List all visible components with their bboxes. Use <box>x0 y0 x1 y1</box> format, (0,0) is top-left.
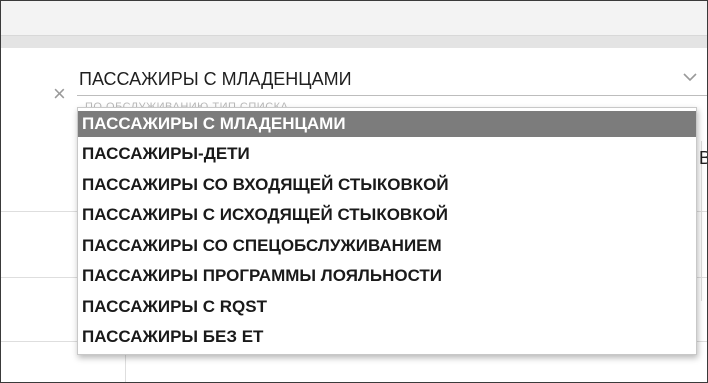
select-current-value: ПАССАЖИРЫ С МЛАДЕНЦАМИ <box>79 69 352 89</box>
chevron-down-icon[interactable] <box>683 72 697 82</box>
dropdown-option-children[interactable]: ПАССАЖИРЫ-ДЕТИ <box>78 139 696 170</box>
dropdown-option-rqst[interactable]: ПАССАЖИРЫ С RQST <box>78 292 696 323</box>
dropdown-option-outbound-connection[interactable]: ПАССАЖИРЫ С ИСХОДЯЩЕЙ СТЫКОВКОЙ <box>78 200 696 231</box>
dropdown-option-inbound-connection[interactable]: ПАССАЖИРЫ СО ВХОДЯЩЕЙ СТЫКОВКОЙ <box>78 170 696 201</box>
dropdown-option-infants[interactable]: ПАССАЖИРЫ С МЛАДЕНЦАМИ <box>78 111 696 137</box>
passenger-filter-select[interactable]: ПАССАЖИРЫ С МЛАДЕНЦАМИ <box>77 63 707 96</box>
table-column-divider <box>125 355 126 382</box>
dropdown-list: ПАССАЖИРЫ С МЛАДЕНЦАМИ ПАССАЖИРЫ-ДЕТИ ПА… <box>77 107 697 355</box>
dropdown-option-no-et[interactable]: ПАССАЖИРЫ БЕЗ ЕТ <box>78 322 696 353</box>
dropdown-option-special-service[interactable]: ПАССАЖИРЫ СО СПЕЦОБСЛУЖИВАНИЕМ <box>78 231 696 262</box>
toolbar-divider-strip <box>1 35 707 48</box>
close-icon[interactable]: × <box>53 83 66 105</box>
table-header-clipped: В <box>699 148 707 169</box>
top-toolbar-band <box>1 1 707 48</box>
dropdown-option-loyalty-program[interactable]: ПАССАЖИРЫ ПРОГРАММЫ ЛОЯЛЬНОСТИ <box>78 261 696 292</box>
window-frame: В × ПАССАЖИРЫ С МЛАДЕНЦАМИ ПО ОБСЛУЖИВАН… <box>0 0 708 383</box>
